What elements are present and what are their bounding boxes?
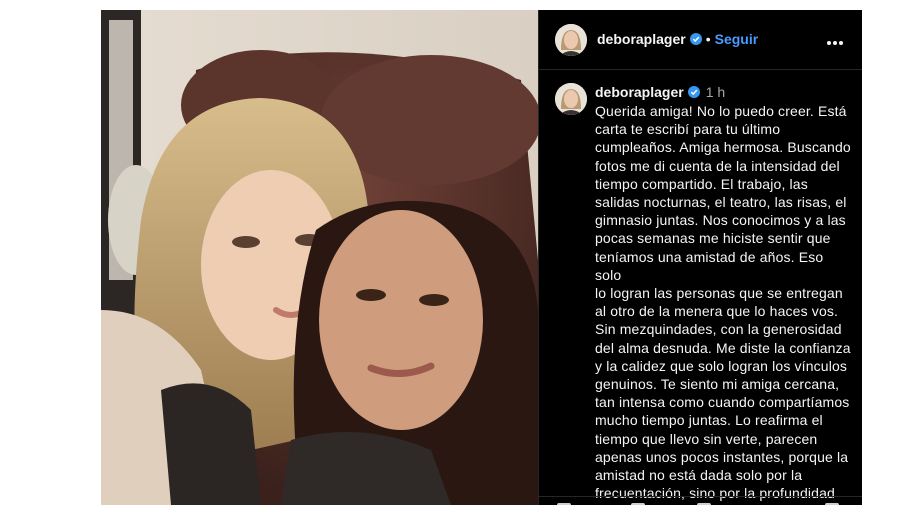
caption-text: Querida amiga! No lo puedo creer. Está c… (595, 103, 851, 505)
avatar-image (555, 83, 587, 115)
instagram-post-frame: deboraplager • Seguir deboraplager 1 h Quer… (101, 10, 862, 505)
header-separator: • (705, 31, 711, 47)
header-username[interactable]: deboraplager (597, 31, 686, 47)
author-avatar[interactable] (555, 24, 587, 56)
post-header: deboraplager • Seguir (539, 10, 862, 70)
header-user-line: deboraplager • Seguir (597, 31, 758, 49)
caption-header: deboraplager 1 h (595, 83, 725, 101)
verified-badge-icon (689, 33, 702, 45)
post-side-panel: deboraplager • Seguir deboraplager 1 h Quer… (538, 10, 862, 505)
verified-badge-icon (687, 86, 700, 98)
more-options-icon[interactable] (827, 32, 849, 46)
caption-username[interactable]: deboraplager (595, 84, 684, 100)
avatar-image (555, 24, 587, 56)
selfie-image (101, 10, 538, 505)
caption-author-avatar[interactable] (555, 83, 587, 115)
post-time-ago: 1 h (705, 84, 726, 100)
action-bar (539, 496, 862, 505)
post-photo[interactable] (101, 10, 538, 505)
follow-button[interactable]: Seguir (715, 31, 759, 47)
